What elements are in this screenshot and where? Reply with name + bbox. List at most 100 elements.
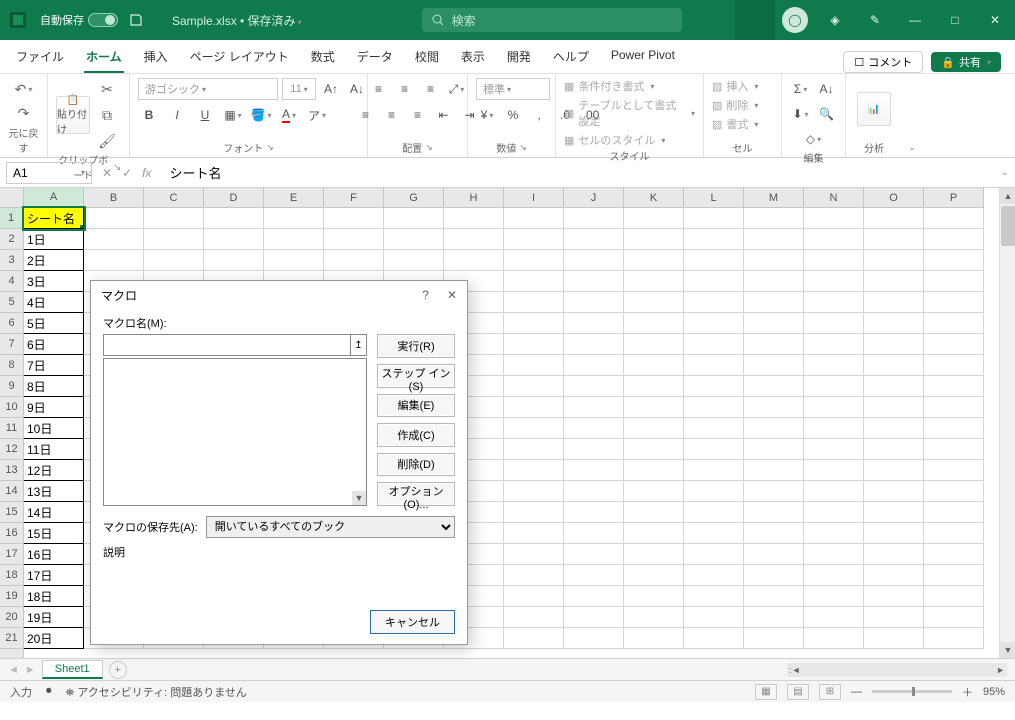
col-header[interactable]: N	[804, 188, 864, 208]
row-header[interactable]: 7	[0, 334, 24, 355]
cell[interactable]	[804, 523, 864, 544]
orientation-icon[interactable]: ⤢	[446, 78, 468, 100]
cell[interactable]	[804, 607, 864, 628]
menu-tab-1[interactable]: ホーム	[84, 42, 124, 73]
cell[interactable]	[564, 355, 624, 376]
cell[interactable]	[504, 292, 564, 313]
cell[interactable]	[744, 397, 804, 418]
cell[interactable]	[504, 397, 564, 418]
row-header[interactable]: 17	[0, 544, 24, 565]
page-break-icon[interactable]: ⊞	[819, 684, 841, 700]
cell[interactable]	[924, 292, 984, 313]
cell[interactable]	[744, 229, 804, 250]
cell[interactable]	[504, 502, 564, 523]
cell[interactable]: 9日	[24, 397, 84, 418]
cell[interactable]: 5日	[24, 313, 84, 334]
find-icon[interactable]: 🔍	[816, 103, 838, 125]
cell[interactable]	[624, 208, 684, 229]
cell[interactable]	[624, 292, 684, 313]
row-header[interactable]: 1	[0, 208, 24, 229]
cell[interactable]	[384, 250, 444, 271]
cell[interactable]	[744, 628, 804, 649]
cell[interactable]	[864, 439, 924, 460]
cell[interactable]	[804, 355, 864, 376]
cell[interactable]	[324, 208, 384, 229]
cell[interactable]: 12日	[24, 460, 84, 481]
cell[interactable]	[204, 229, 264, 250]
row-header[interactable]: 15	[0, 502, 24, 523]
select-all-corner[interactable]	[0, 188, 24, 208]
cell[interactable]	[924, 460, 984, 481]
sort-icon[interactable]: A↓	[816, 78, 838, 100]
cell[interactable]: 11日	[24, 439, 84, 460]
macro-name-input[interactable]	[103, 334, 351, 356]
cell[interactable]	[504, 481, 564, 502]
bold-button[interactable]: B	[138, 104, 160, 126]
cell[interactable]	[264, 208, 324, 229]
cell[interactable]	[564, 208, 624, 229]
cell[interactable]: 18日	[24, 586, 84, 607]
dialog-titlebar[interactable]: マクロ ? ✕	[91, 281, 467, 309]
cell[interactable]	[744, 418, 804, 439]
cell[interactable]	[864, 208, 924, 229]
phonetic-icon[interactable]: ア	[306, 104, 328, 126]
cell[interactable]	[924, 565, 984, 586]
cell[interactable]	[624, 418, 684, 439]
cell[interactable]	[564, 586, 624, 607]
row-header[interactable]: 12	[0, 439, 24, 460]
col-header[interactable]: C	[144, 188, 204, 208]
cell[interactable]	[444, 208, 504, 229]
cell[interactable]	[804, 565, 864, 586]
cell[interactable]: 2日	[24, 250, 84, 271]
cell[interactable]	[804, 292, 864, 313]
cell[interactable]	[804, 271, 864, 292]
cell[interactable]	[564, 376, 624, 397]
cell[interactable]	[564, 334, 624, 355]
cell[interactable]	[924, 481, 984, 502]
col-header[interactable]: A	[24, 188, 84, 208]
cell[interactable]	[924, 586, 984, 607]
cell[interactable]	[684, 271, 744, 292]
cell[interactable]	[744, 565, 804, 586]
col-header[interactable]: E	[264, 188, 324, 208]
cell[interactable]	[504, 418, 564, 439]
cell[interactable]	[864, 565, 924, 586]
cell[interactable]	[924, 208, 984, 229]
row-header[interactable]: 20	[0, 607, 24, 628]
menu-tab-10[interactable]: Power Pivot	[609, 42, 677, 73]
col-header[interactable]: H	[444, 188, 504, 208]
copy-icon[interactable]: ⧉	[96, 104, 118, 126]
cell[interactable]: 17日	[24, 565, 84, 586]
cell[interactable]	[744, 481, 804, 502]
cell[interactable]	[744, 208, 804, 229]
macro-list-scroll-icon[interactable]: ▼	[352, 491, 366, 505]
cell[interactable]	[564, 607, 624, 628]
cell[interactable]	[624, 397, 684, 418]
row-header[interactable]: 5	[0, 292, 24, 313]
close-button[interactable]: ✕	[975, 0, 1015, 40]
cell[interactable]	[264, 229, 324, 250]
run-button[interactable]: 実行(R)	[377, 334, 455, 358]
cell[interactable]: シート名	[24, 208, 84, 229]
tab-nav-next-icon[interactable]: ►	[25, 664, 36, 676]
cell[interactable]	[864, 397, 924, 418]
tools-icon[interactable]: ✎	[855, 0, 895, 40]
cell[interactable]	[804, 250, 864, 271]
cell[interactable]	[924, 523, 984, 544]
menu-tab-2[interactable]: 挿入	[142, 42, 170, 73]
step-button[interactable]: ステップ イン(S)	[377, 364, 455, 388]
dialog-close-icon[interactable]: ✕	[447, 288, 457, 302]
row-header[interactable]: 4	[0, 271, 24, 292]
cell[interactable]	[504, 376, 564, 397]
analyze-icon[interactable]: 📊	[857, 92, 891, 126]
format-painter-icon[interactable]: 🖌	[96, 130, 118, 152]
align-top-icon[interactable]: ≡	[368, 78, 390, 100]
redo-icon[interactable]: ↷	[13, 102, 35, 124]
cell[interactable]	[684, 397, 744, 418]
cell[interactable]	[864, 607, 924, 628]
account-button[interactable]	[735, 0, 775, 40]
cell[interactable]	[504, 229, 564, 250]
cell[interactable]	[624, 502, 684, 523]
cell[interactable]	[864, 250, 924, 271]
cell[interactable]	[264, 250, 324, 271]
